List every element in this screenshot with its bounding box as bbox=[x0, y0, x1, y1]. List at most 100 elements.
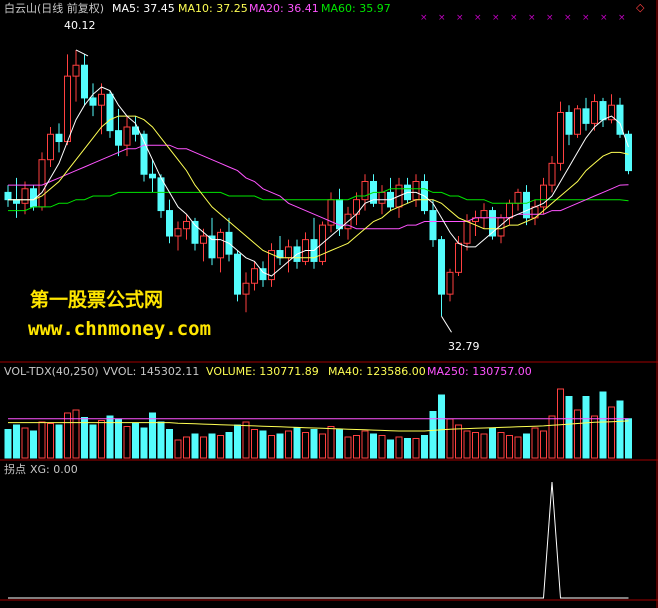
volume-bar-up bbox=[540, 430, 547, 459]
low-price-label: 32.79 bbox=[448, 340, 480, 353]
ma5-legend: MA5: 37.45 bbox=[112, 2, 175, 15]
candle-up bbox=[38, 159, 46, 208]
volume-bar-down bbox=[140, 427, 148, 459]
volume-bar-down bbox=[259, 430, 267, 459]
xg-signal-line bbox=[8, 481, 629, 599]
volume-bar-down bbox=[438, 394, 445, 459]
event-marker: × bbox=[546, 13, 554, 23]
volume-bar-down bbox=[523, 433, 530, 459]
watermark-title: 第一股票公式网 bbox=[30, 289, 164, 311]
volume-bar-down bbox=[30, 430, 37, 459]
volume-bar-up bbox=[463, 430, 471, 459]
volume-bar-up bbox=[514, 436, 522, 459]
volume-bar-up bbox=[344, 436, 352, 459]
candle-up bbox=[574, 108, 581, 135]
volume-bar-up bbox=[353, 435, 360, 459]
event-marker: × bbox=[474, 13, 482, 23]
volume-bar-up bbox=[548, 415, 556, 459]
volume-bar-down bbox=[166, 429, 173, 459]
volume-bar-up bbox=[608, 406, 615, 459]
event-marker: × bbox=[456, 13, 464, 23]
volume-bar-up bbox=[217, 435, 224, 459]
volume-bar-up bbox=[395, 436, 403, 459]
candle-up bbox=[557, 111, 564, 164]
volume-bar-up bbox=[251, 429, 258, 459]
event-marker: × bbox=[528, 13, 536, 23]
volume-bar-down bbox=[565, 396, 573, 459]
candle-down bbox=[157, 177, 165, 212]
stock-title: 白云山(日线 前复权) bbox=[4, 2, 105, 15]
candle-down bbox=[89, 97, 97, 106]
candle-down bbox=[115, 130, 122, 146]
volume-bar-up bbox=[183, 436, 190, 459]
ma60-legend: MA60: 35.97 bbox=[321, 2, 391, 15]
candle-up bbox=[72, 64, 80, 77]
volume-bar-up bbox=[446, 418, 454, 459]
candle-up bbox=[200, 235, 207, 244]
volume-bar-down bbox=[115, 418, 122, 459]
candle-up bbox=[217, 231, 224, 259]
volume-bar-up bbox=[327, 426, 335, 459]
volume-bar-down bbox=[132, 423, 139, 459]
candle-up bbox=[480, 210, 488, 219]
candle-down bbox=[166, 210, 173, 237]
candle-down bbox=[438, 239, 445, 295]
volume-bar-down bbox=[625, 418, 632, 459]
volume-bar-down bbox=[191, 433, 199, 459]
candle-up bbox=[285, 246, 292, 259]
candle-down bbox=[234, 253, 241, 295]
volume-bar-down bbox=[89, 424, 97, 459]
volume-bar-up bbox=[302, 432, 309, 459]
volume-bar-down bbox=[387, 439, 394, 459]
volume-bar-up bbox=[531, 427, 539, 459]
volume-bar-down bbox=[55, 424, 63, 459]
volume-bar-down bbox=[489, 427, 496, 459]
candle-up bbox=[64, 75, 71, 143]
candle-down bbox=[55, 133, 63, 143]
volume-bar-up bbox=[412, 438, 420, 459]
volume-bar-up bbox=[47, 423, 54, 459]
volume-bar-up bbox=[21, 427, 29, 459]
candle-down bbox=[149, 173, 156, 179]
low-marker-arrow bbox=[441, 316, 452, 333]
volume-bar-down bbox=[616, 400, 624, 459]
volume-bar-up bbox=[64, 412, 71, 459]
candle-up bbox=[591, 101, 598, 124]
volume-bar-up bbox=[480, 433, 488, 459]
candle-down bbox=[429, 210, 437, 241]
volume-bar-down bbox=[81, 417, 88, 459]
volume-bar-up bbox=[268, 435, 275, 459]
volume-bar-up bbox=[506, 435, 513, 459]
ma40-legend: MA40: 123586.00 bbox=[328, 365, 426, 378]
volume-bar-up bbox=[557, 388, 564, 459]
candle-up bbox=[446, 271, 454, 295]
candle-up bbox=[251, 268, 258, 284]
ma20-legend: MA20: 36.41 bbox=[249, 2, 319, 15]
candle-down bbox=[599, 101, 607, 121]
candle-up bbox=[378, 191, 386, 204]
candle-up bbox=[174, 228, 182, 237]
event-marker: × bbox=[438, 13, 446, 23]
candle-up bbox=[455, 242, 462, 273]
volume-legend: VOLUME: 130771.89 bbox=[206, 365, 319, 378]
candle-up bbox=[98, 93, 105, 106]
diamond-icon: ◇ bbox=[636, 1, 645, 14]
event-marker: × bbox=[618, 13, 626, 23]
candle-up bbox=[47, 133, 54, 161]
candle-up bbox=[123, 126, 131, 146]
volume-bar-down bbox=[310, 429, 318, 459]
event-marker: × bbox=[582, 13, 590, 23]
volume-bar-down bbox=[276, 433, 284, 459]
volume-bar-up bbox=[378, 435, 386, 459]
candle-up bbox=[463, 220, 471, 244]
high-price-label: 40.12 bbox=[64, 19, 96, 32]
ma250-legend: MA250: 130757.00 bbox=[427, 365, 532, 378]
watermark-url: www.chnmoney.com bbox=[28, 318, 212, 340]
volume-bar-up bbox=[123, 426, 131, 459]
volume-bar-down bbox=[404, 438, 411, 459]
volume-bar-up bbox=[98, 420, 105, 459]
candle-up bbox=[242, 282, 250, 295]
volume-bar-up bbox=[38, 421, 46, 459]
volume-bar-up bbox=[574, 409, 581, 459]
candle-down bbox=[81, 64, 88, 99]
